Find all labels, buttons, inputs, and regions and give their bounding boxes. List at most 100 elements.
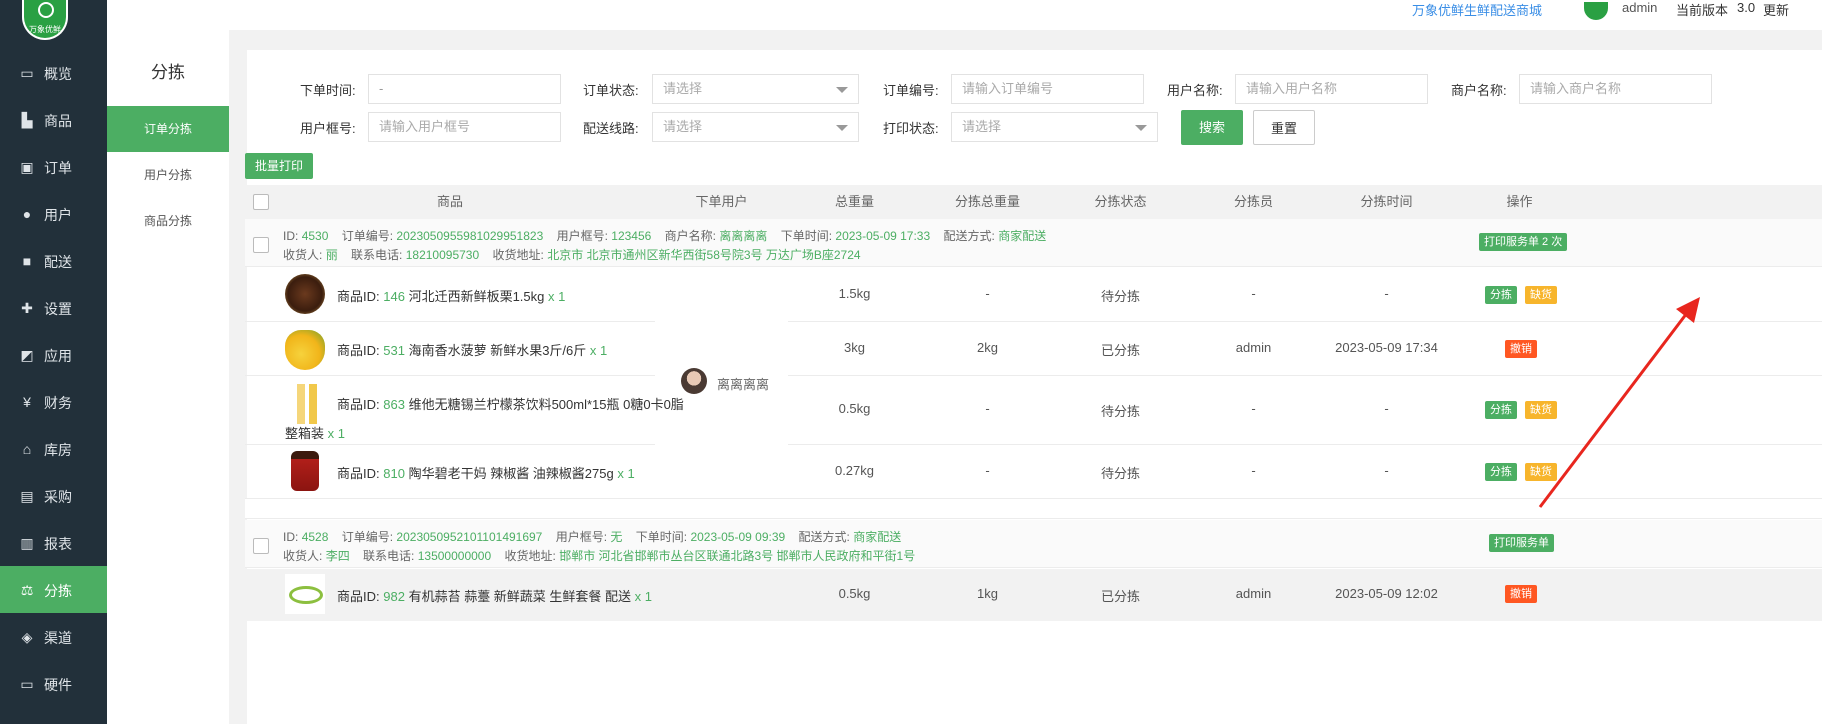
order-id: 4528: [301, 530, 329, 544]
product-image: [285, 384, 325, 424]
print-status-select[interactable]: 请选择: [951, 112, 1158, 142]
order-checkbox[interactable]: [253, 538, 269, 554]
reset-button[interactable]: 重置: [1253, 110, 1315, 145]
nav-item-overview[interactable]: ▭ 概览: [0, 49, 107, 96]
nav-item-warehouse[interactable]: ⌂ 库房: [0, 425, 107, 472]
product-info: 商品ID: 531 海南香水菠萝 新鲜水果3斤/6斤 x 1: [337, 340, 607, 359]
table-header: 商品 下单用户 总重量 分拣总重量 分拣状态 分拣员 分拣时间 操作: [245, 185, 1822, 219]
order-info-line1: ID: 4528 订单编号: 2023050952101101491697 用户…: [283, 528, 901, 545]
user-frame-label: 用户框号:: [300, 121, 356, 136]
user-name-input[interactable]: 请输入用户名称: [1235, 74, 1428, 104]
subnav-item-order-sorting[interactable]: 订单分拣: [107, 106, 229, 152]
cancel-button[interactable]: 撤销: [1505, 585, 1537, 603]
order-info-line2: 收货人: 丽 联系电话: 18210095730 收货地址: 北京市 北京市通州…: [283, 246, 861, 263]
nav-label: 概览: [44, 66, 72, 82]
merchant-input[interactable]: 请输入商户名称: [1519, 74, 1712, 104]
sorter: admin: [1235, 586, 1272, 601]
select-placeholder: 请选择: [962, 119, 1002, 134]
nav-item-orders[interactable]: ▣ 订单: [0, 143, 107, 190]
product-info: 商品ID: 982 有机蒜苔 蒜薹 新鲜蔬菜 生鲜套餐 配送 x 1: [337, 586, 652, 605]
nav-label: 配送: [44, 254, 72, 270]
sort-time: -: [1384, 463, 1389, 478]
sort-status: 已分拣: [1100, 343, 1140, 358]
user-avatar[interactable]: [1582, 0, 1610, 22]
sorter: admin: [1235, 340, 1272, 355]
sort-button[interactable]: 分拣: [1485, 286, 1517, 304]
cube-icon: ◈: [21, 629, 33, 645]
monitor-icon: ▭: [20, 65, 34, 81]
version-number: 3.0: [1737, 0, 1756, 15]
sorted-weight: -: [985, 463, 990, 478]
product-name: 有机蒜苔 蒜薹 新鲜蔬菜 生鲜套餐 配送: [408, 589, 632, 604]
col-total-weight: 总重量: [834, 194, 874, 209]
chevron-down-icon: [1135, 125, 1147, 131]
batch-print-button[interactable]: 批量打印: [245, 153, 313, 179]
receiver: 李四: [325, 549, 350, 563]
nav-item-finance[interactable]: ¥ 财务: [0, 378, 107, 425]
order-header: ID: 4528 订单编号: 2023050952101101491697 用户…: [245, 520, 1822, 568]
total-weight: 0.5kg: [838, 401, 871, 416]
item-row: 商品ID: 863 维他无糖锡兰柠檬茶饮料500ml*15瓶 0糖0卡0脂 整箱…: [245, 376, 684, 444]
order-no-label: 订单编号:: [883, 83, 939, 98]
nav-item-delivery[interactable]: ■ 配送: [0, 237, 107, 284]
nav-item-channels[interactable]: ◈ 渠道: [0, 613, 107, 660]
nav-item-products[interactable]: ▙ 商品: [0, 96, 107, 143]
sort-time: -: [1384, 286, 1389, 301]
shop-link[interactable]: 万象优鲜生鲜配送商城: [1412, 0, 1542, 19]
nav-item-hardware[interactable]: ▭ 硬件: [0, 660, 107, 707]
nav-item-sorting[interactable]: ⚖ 分拣: [0, 566, 107, 613]
product-info: 商品ID: 810 陶华碧老干妈 辣椒酱 油辣椒酱275g x 1: [337, 463, 635, 482]
sort-time: -: [1384, 401, 1389, 416]
print-service-button[interactable]: 打印服务单 2 次: [1479, 233, 1568, 251]
product-name: 河北迁西新鲜板栗1.5kg: [408, 289, 545, 304]
product-image: [285, 574, 325, 614]
item-row: 商品ID: 810 陶华碧老干妈 辣椒酱 油辣椒酱275g x 1: [245, 445, 655, 498]
nav-item-reports[interactable]: ▥ 报表: [0, 519, 107, 566]
print-status-label: 打印状态:: [883, 121, 939, 136]
sort-button[interactable]: 分拣: [1485, 463, 1517, 481]
chevron-down-icon: [836, 87, 848, 93]
app-icon: ◩: [20, 347, 34, 363]
nav-label: 采购: [44, 489, 72, 505]
update-link[interactable]: 更新: [1763, 0, 1789, 19]
home-icon: ⌂: [22, 441, 32, 457]
user-frame-input[interactable]: 请输入用户框号: [368, 112, 561, 142]
nav-label: 财务: [44, 395, 72, 411]
subnav-item-user-sorting[interactable]: 用户分拣: [107, 152, 229, 198]
bar-chart-icon: ▥: [20, 535, 34, 551]
truck-icon: ■: [22, 253, 32, 269]
product-id: 531: [383, 343, 405, 358]
nav-item-users[interactable]: ● 用户: [0, 190, 107, 237]
order-time-label: 下单时间:: [300, 83, 356, 98]
search-button[interactable]: 搜索: [1181, 110, 1243, 145]
sorted-weight: 1kg: [977, 586, 998, 601]
sort-button[interactable]: 分拣: [1485, 401, 1517, 419]
col-sort-status: 分拣状态: [1094, 194, 1147, 209]
subnav-item-product-sorting[interactable]: 商品分拣: [107, 198, 229, 244]
nav-item-settings[interactable]: ✚ 设置: [0, 284, 107, 331]
phone: 18210095730: [405, 248, 480, 262]
user-frame-label: 用户框号:: [556, 229, 608, 243]
order-checkbox[interactable]: [253, 237, 269, 253]
address: 邯郸市 河北省邯郸市丛台区联通北路3号 邯郸市人民政府和平街1号: [559, 549, 916, 563]
brand-logo[interactable]: 万象优鲜: [22, 0, 68, 40]
product-qty: x 1: [548, 289, 566, 304]
product-qty: x 1: [617, 466, 635, 481]
order-icon: ▣: [20, 159, 34, 175]
order-no-input[interactable]: 请输入订单编号: [951, 74, 1144, 104]
nav-item-purchase[interactable]: ▤ 采购: [0, 472, 107, 519]
merchant-label: 商户名称:: [1451, 83, 1507, 98]
order-time-input[interactable]: -: [368, 74, 561, 104]
print-service-button[interactable]: 打印服务单: [1489, 534, 1554, 552]
order-status-select[interactable]: 请选择: [652, 74, 859, 104]
pid-label: 商品ID:: [337, 589, 380, 604]
nav-label: 订单: [44, 160, 72, 176]
pid-label: 商品ID:: [337, 397, 380, 412]
nav-label: 渠道: [44, 630, 72, 646]
username[interactable]: admin: [1622, 0, 1657, 15]
phone: 13500000000: [417, 549, 492, 563]
route-select[interactable]: 请选择: [652, 112, 859, 142]
nav-item-apps[interactable]: ◩ 应用: [0, 331, 107, 378]
left-sidebar: 万象优鲜 ▭ 概览 ▙ 商品 ▣ 订单 ● 用户 ■ 配送 ✚ 设置 ◩ 应用 ¥ 财务 ⌂ 库房…: [0, 0, 107, 724]
version-label: 当前版本: [1676, 3, 1729, 18]
